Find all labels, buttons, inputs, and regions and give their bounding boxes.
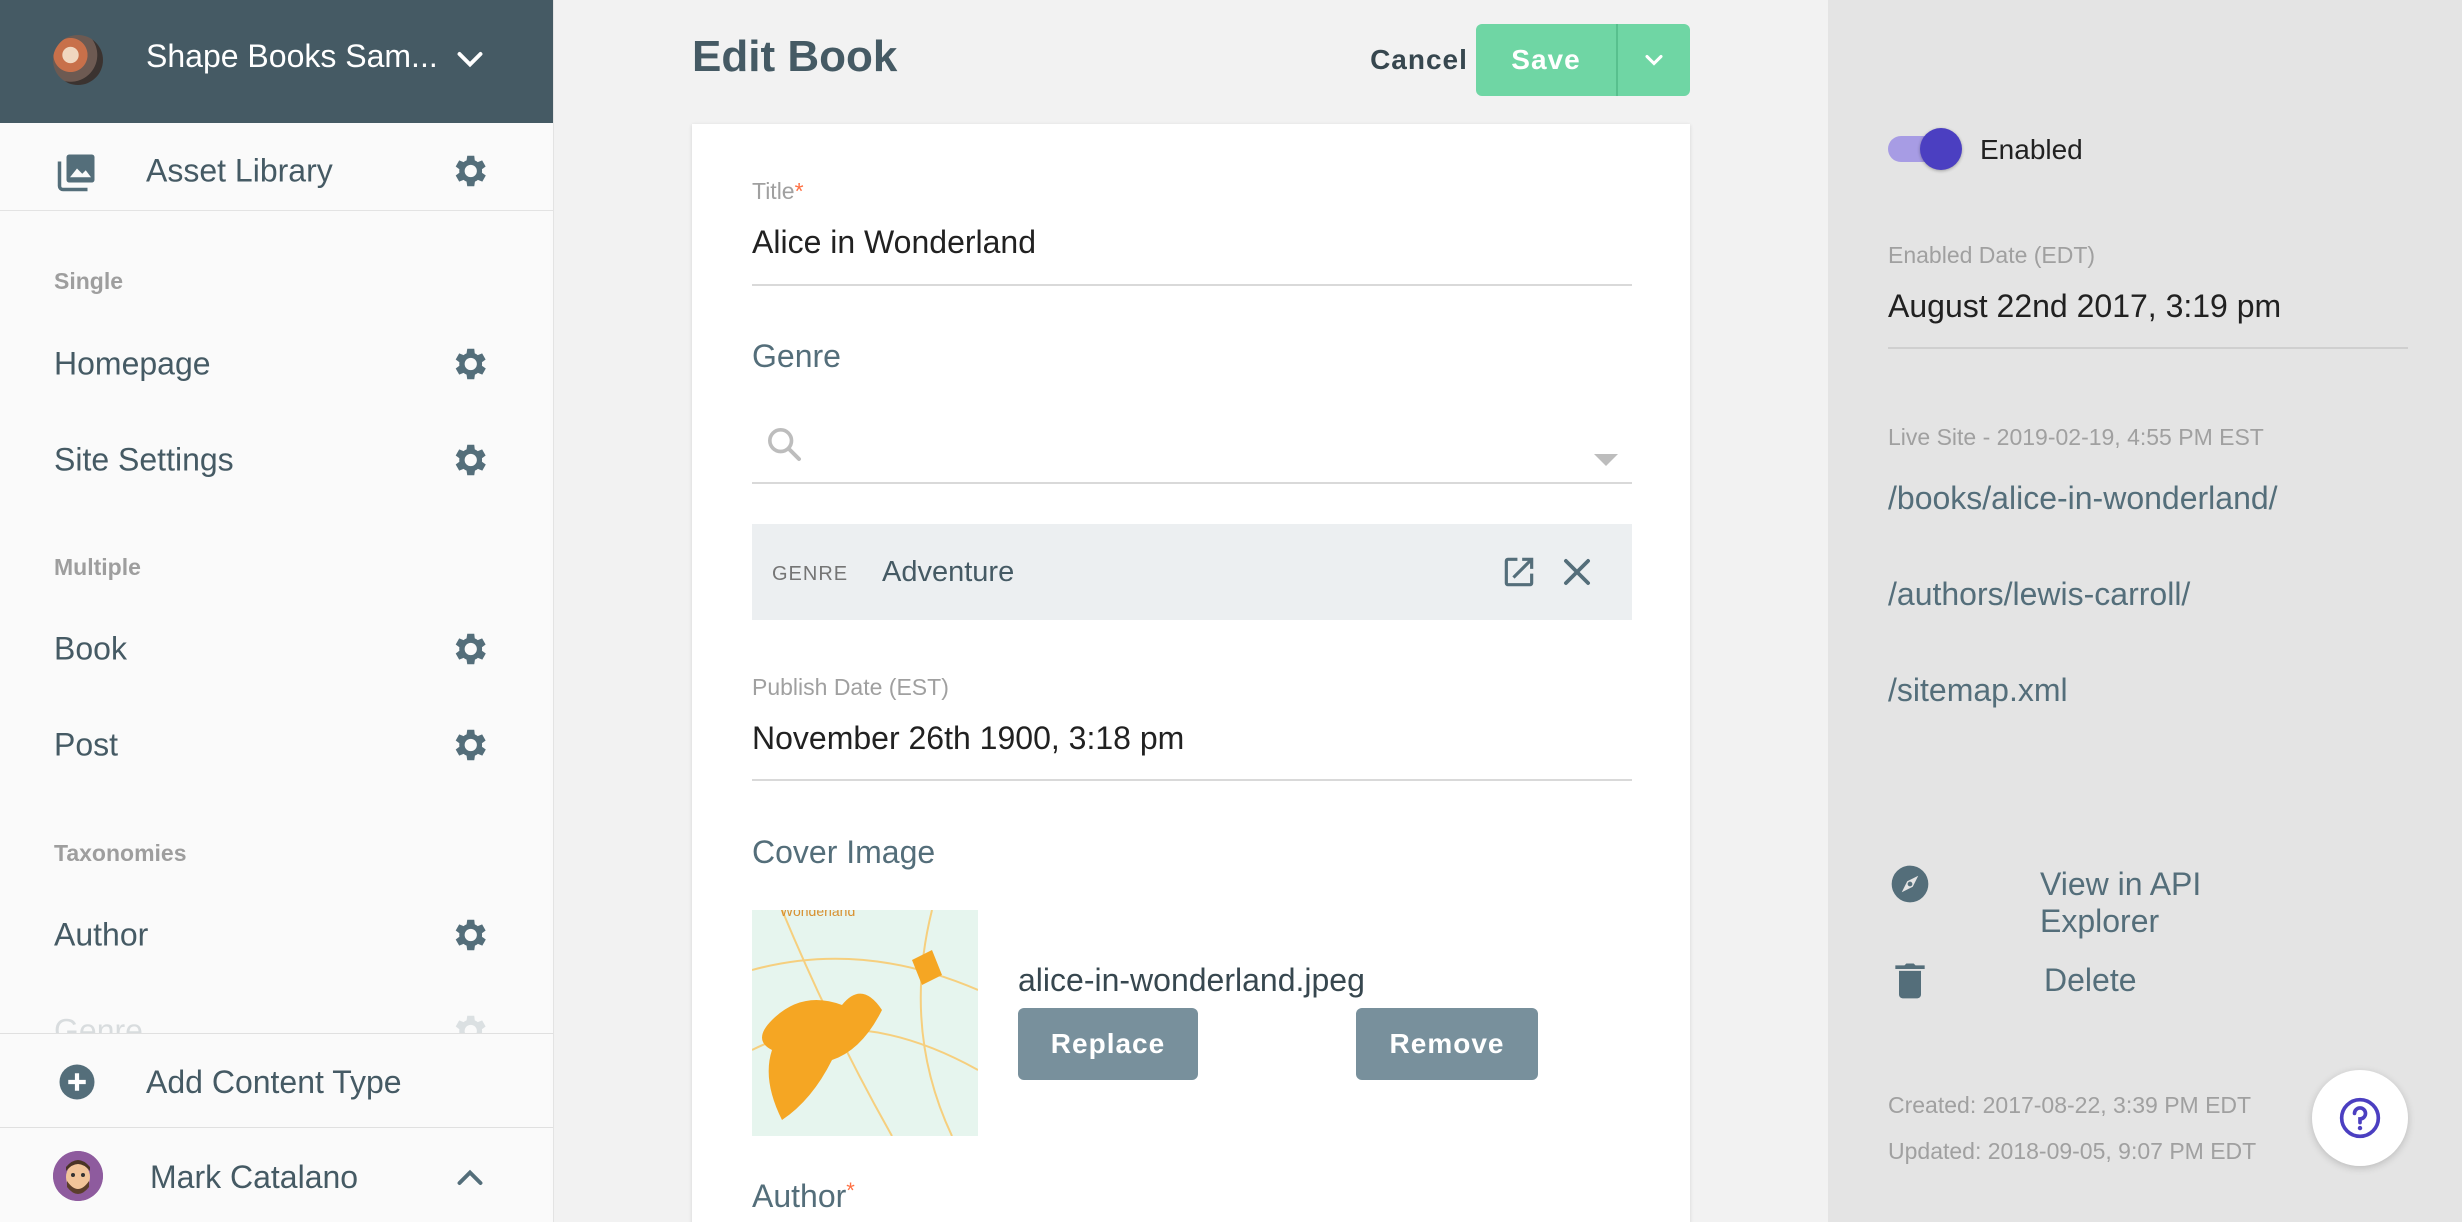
title-input[interactable]: Alice in Wonderland xyxy=(752,224,1036,261)
edit-form-card: Title* Alice in Wonderland Genre GENRE A… xyxy=(692,124,1690,1222)
sidebar-item-label: Homepage xyxy=(54,345,211,382)
publish-date-input[interactable]: November 26th 1900, 3:18 pm xyxy=(752,720,1184,757)
genre-reference-chip: GENRE Adventure xyxy=(752,524,1632,620)
compass-icon xyxy=(1891,865,1929,903)
question-icon xyxy=(2339,1097,2381,1139)
gear-icon[interactable] xyxy=(448,150,490,192)
save-options-button[interactable] xyxy=(1616,24,1690,96)
image-icon xyxy=(57,154,95,192)
gear-icon[interactable] xyxy=(448,343,490,385)
sidebar-item-label: Book xyxy=(54,630,127,667)
live-site-label: Live Site - 2019-02-19, 4:55 PM EST xyxy=(1888,424,2264,450)
live-url-link[interactable]: /books/alice-in-wonderland/ xyxy=(1888,480,2278,517)
chevron-down-icon xyxy=(1645,54,1663,66)
sidebar-item-label: Author xyxy=(54,916,149,953)
delete-button[interactable]: Delete xyxy=(1888,950,2308,1010)
remove-image-button[interactable]: Remove xyxy=(1356,1008,1538,1080)
sidebar-item-author[interactable]: Author xyxy=(0,895,553,975)
genre-search-input[interactable] xyxy=(752,482,1632,484)
user-menu[interactable]: Mark Catalano xyxy=(0,1129,553,1222)
sidebar-item-label: Post xyxy=(54,726,119,763)
close-icon[interactable] xyxy=(1558,553,1596,591)
created-timestamp: Created: 2017-08-22, 3:39 PM EDT xyxy=(1888,1092,2252,1118)
plus-circle-icon xyxy=(59,1064,95,1100)
gear-icon[interactable] xyxy=(448,628,490,670)
view-in-api-explorer-label: View in API Explorer xyxy=(2040,866,2202,939)
live-url-link[interactable]: /sitemap.xml xyxy=(1888,672,2068,709)
sidebar-item-post[interactable]: Post xyxy=(0,705,553,785)
publish-date-underline xyxy=(752,779,1632,781)
enabled-label: Enabled xyxy=(1980,134,2083,165)
project-name: Shape Books Sam... xyxy=(146,38,438,74)
required-marker: * xyxy=(794,178,804,204)
sidebar: Shape Books Sam... Asset Library Single … xyxy=(0,0,554,1222)
trash-icon xyxy=(1895,963,1925,999)
chip-type-label: GENRE xyxy=(772,563,849,585)
project-switcher[interactable]: Shape Books Sam... xyxy=(0,0,553,123)
details-panel: Enabled Enabled Date (EDT) August 22nd 2… xyxy=(1828,0,2462,1222)
cover-image-filename: alice-in-wonderland.jpeg xyxy=(1018,962,1365,998)
author-label: Author* xyxy=(752,1178,855,1214)
page-title: Edit Book xyxy=(692,32,898,81)
section-label-single: Single xyxy=(54,268,124,294)
genre-label: Genre xyxy=(752,338,841,374)
enabled-date-underline xyxy=(1888,347,2408,349)
chevron-up-icon xyxy=(457,1169,483,1185)
open-in-new-icon[interactable] xyxy=(1500,553,1538,591)
sidebar-item-site-settings[interactable]: Site Settings xyxy=(0,420,553,500)
sidebar-item-book[interactable]: Book xyxy=(0,609,553,689)
section-label-taxonomies: Taxonomies xyxy=(54,840,187,866)
help-button[interactable] xyxy=(2312,1070,2408,1166)
sidebar-item-label: Site Settings xyxy=(54,441,234,478)
updated-timestamp: Updated: 2018-09-05, 9:07 PM EDT xyxy=(1888,1138,2257,1164)
view-in-api-explorer-button[interactable]: View in API Explorer xyxy=(1888,854,2308,939)
title-label: Title* xyxy=(752,178,804,204)
gear-icon[interactable] xyxy=(448,439,490,481)
enabled-date-label: Enabled Date (EDT) xyxy=(1888,242,2096,268)
gear-icon[interactable] xyxy=(448,914,490,956)
avatar xyxy=(53,1151,103,1201)
genre-dropdown-arrow[interactable] xyxy=(1594,454,1618,466)
publish-date-label: Publish Date (EST) xyxy=(752,674,949,700)
sidebar-item-asset-library[interactable]: Asset Library xyxy=(0,131,553,211)
section-label-multiple: Multiple xyxy=(54,554,141,580)
chevron-down-icon xyxy=(457,52,483,68)
svg-text:Wonderland: Wonderland xyxy=(780,910,855,919)
search-icon xyxy=(768,428,801,461)
user-name: Mark Catalano xyxy=(150,1159,359,1195)
add-content-type-button[interactable]: Add Content Type xyxy=(0,1033,553,1128)
project-avatar xyxy=(53,35,103,85)
required-marker: * xyxy=(846,1178,855,1203)
cover-image-thumbnail[interactable]: Wonderland xyxy=(752,910,978,1136)
enabled-date-input[interactable]: August 22nd 2017, 3:19 pm xyxy=(1888,288,2281,325)
live-url-link[interactable]: /authors/lewis-carroll/ xyxy=(1888,576,2190,613)
add-content-type-label: Add Content Type xyxy=(146,1064,402,1100)
sidebar-item-homepage[interactable]: Homepage xyxy=(0,324,553,404)
cover-image-label: Cover Image xyxy=(752,834,936,870)
toggle-knob xyxy=(1920,128,1962,170)
sidebar-item-label: Asset Library xyxy=(146,152,333,188)
main-content: Edit Book Cancel Save Title* Alice in Wo… xyxy=(554,0,1828,1222)
enabled-toggle[interactable] xyxy=(1888,126,1964,170)
save-button[interactable]: Save xyxy=(1476,24,1616,96)
gear-icon[interactable] xyxy=(448,724,490,766)
title-underline xyxy=(752,284,1632,286)
replace-image-button[interactable]: Replace xyxy=(1018,1008,1198,1080)
delete-label: Delete xyxy=(2044,962,2137,998)
chip-name: Adventure xyxy=(882,556,1015,588)
